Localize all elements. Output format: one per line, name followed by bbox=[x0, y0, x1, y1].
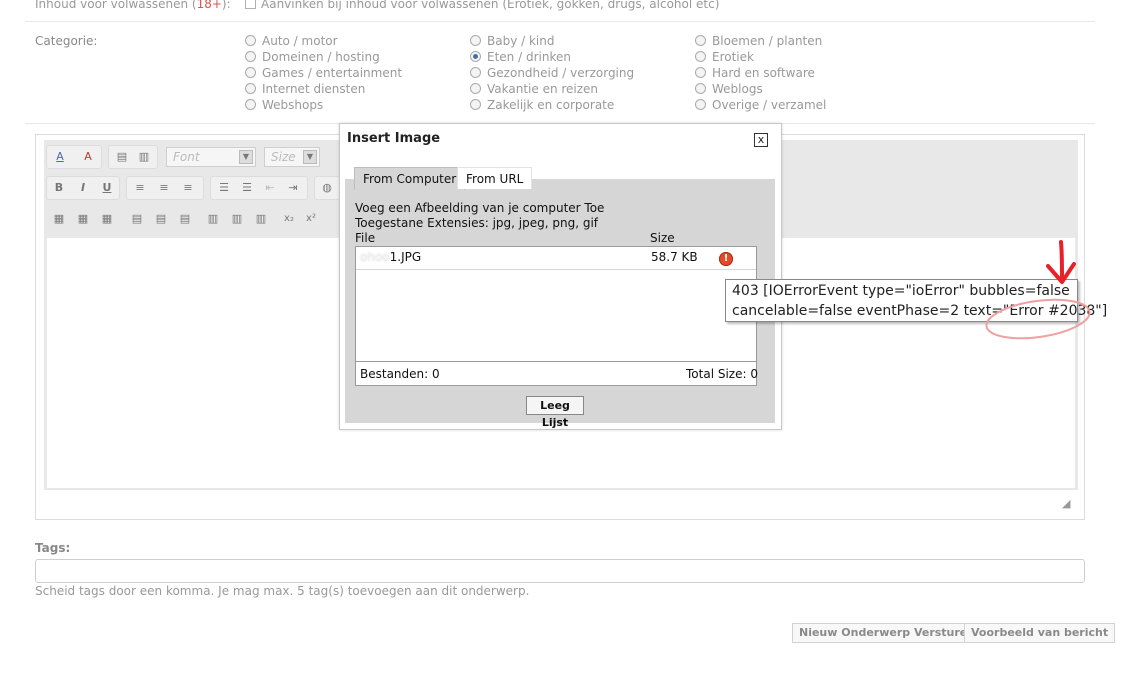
toolbar-group: ☰ ☰ ⇤ ⇥ bbox=[210, 176, 308, 200]
annotation-overlay bbox=[985, 240, 1091, 340]
paste-icon[interactable]: ▤ bbox=[113, 148, 131, 166]
italic-icon[interactable]: I bbox=[74, 179, 92, 197]
adult-content-checkbox[interactable]: Aanvinken bij inhoud voor volwassenen (E… bbox=[245, 0, 719, 11]
file-list-footer-divider bbox=[356, 361, 756, 362]
category-column-1: Auto / motor Domeinen / hosting Games / … bbox=[245, 33, 402, 113]
error-icon[interactable]: ! bbox=[719, 252, 733, 266]
column-header-size: Size bbox=[650, 231, 675, 245]
clear-format-icon[interactable]: A bbox=[79, 148, 97, 166]
category-option[interactable]: Games / entertainment bbox=[245, 65, 402, 81]
total-size: Total Size: 0 bbox=[686, 367, 758, 381]
close-icon[interactable]: x bbox=[754, 133, 768, 147]
files-count: Bestanden: 0 bbox=[360, 367, 440, 381]
category-option[interactable]: Overige / verzamel bbox=[695, 97, 826, 113]
adult-content-label: Inhoud voor volwassenen (18+): bbox=[35, 0, 231, 11]
clear-list-button[interactable]: Leeg Lijst bbox=[526, 396, 584, 429]
category-option[interactable]: Webshops bbox=[245, 97, 402, 113]
tags-label: Tags: bbox=[35, 541, 71, 555]
toolbar-group: ◍ bbox=[314, 176, 340, 200]
toolbar-group: ≡ ≡ ≡ bbox=[126, 176, 204, 200]
align-right-icon[interactable]: ≡ bbox=[179, 179, 197, 197]
resize-handle-icon[interactable]: ◢ bbox=[1062, 497, 1074, 510]
tab-from-computer[interactable]: From Computer bbox=[354, 167, 466, 190]
insert-row-icon[interactable]: ▤ bbox=[128, 210, 146, 228]
underline-icon[interactable]: U bbox=[98, 179, 116, 197]
delete-row-icon[interactable]: ▤ bbox=[176, 210, 194, 228]
table-props-icon[interactable]: ▦ bbox=[74, 210, 92, 228]
insert-col-after-icon[interactable]: ▥ bbox=[228, 210, 246, 228]
file-name-hidden: ohoo bbox=[360, 250, 390, 264]
superscript-icon[interactable]: x² bbox=[302, 210, 320, 228]
table-icon[interactable]: ▦ bbox=[50, 210, 68, 228]
indent-icon[interactable]: ⇥ bbox=[284, 179, 302, 197]
category-option[interactable]: Vakantie en reizen bbox=[470, 81, 634, 97]
divider bbox=[25, 21, 1095, 22]
chevron-down-icon: ▼ bbox=[303, 150, 317, 164]
chevron-down-icon: ▼ bbox=[239, 150, 253, 164]
dialog-intro: Voeg een Afbeelding van je computer Toe bbox=[355, 201, 605, 215]
annotation-circle-icon bbox=[985, 298, 1091, 340]
tags-hint: Scheid tags door een komma. Je mag max. … bbox=[35, 584, 530, 598]
size-select[interactable]: Size ▼ bbox=[264, 147, 320, 167]
category-option[interactable]: Hard en software bbox=[695, 65, 826, 81]
insert-col-icon[interactable]: ▥ bbox=[204, 210, 222, 228]
insert-row-after-icon[interactable]: ▤ bbox=[152, 210, 170, 228]
category-option[interactable]: Internet diensten bbox=[245, 81, 402, 97]
category-option[interactable]: Domeinen / hosting bbox=[245, 49, 402, 65]
toolbar-group: B I U bbox=[46, 176, 120, 200]
file-list bbox=[355, 246, 757, 386]
link-icon[interactable]: ◍ bbox=[318, 179, 336, 197]
paste-text-icon[interactable]: ▥ bbox=[135, 148, 153, 166]
align-left-icon[interactable]: ≡ bbox=[131, 179, 149, 197]
dialog-title: Insert Image bbox=[347, 131, 441, 146]
font-color-icon[interactable]: A bbox=[51, 148, 69, 166]
font-select[interactable]: Font ▼ bbox=[166, 147, 256, 167]
allowed-extensions: Toegestane Extensies: jpg, jpeg, png, gi… bbox=[355, 216, 599, 230]
category-label: Categorie: bbox=[35, 34, 98, 48]
category-option-selected[interactable]: Eten / drinken bbox=[470, 49, 634, 65]
category-option[interactable]: Zakelijk en corporate bbox=[470, 97, 634, 113]
category-column-2: Baby / kind Eten / drinken Gezondheid / … bbox=[470, 33, 634, 113]
column-header-file: File bbox=[355, 231, 376, 245]
category-option[interactable]: Weblogs bbox=[695, 81, 826, 97]
unordered-list-icon[interactable]: ☰ bbox=[238, 179, 256, 197]
subscript-icon[interactable]: x₂ bbox=[280, 210, 298, 228]
file-row-divider bbox=[356, 269, 756, 270]
tags-input[interactable] bbox=[35, 559, 1085, 583]
category-option[interactable]: Bloemen / planten bbox=[695, 33, 826, 49]
category-option[interactable]: Gezondheid / verzorging bbox=[470, 65, 634, 81]
ordered-list-icon[interactable]: ☰ bbox=[215, 179, 233, 197]
category-option[interactable]: Auto / motor bbox=[245, 33, 402, 49]
annotation-arrow-icon bbox=[1059, 240, 1064, 282]
outdent-icon[interactable]: ⇤ bbox=[261, 179, 279, 197]
bold-icon[interactable]: B bbox=[50, 179, 68, 197]
preview-button[interactable]: Voorbeeld van bericht bbox=[964, 623, 1116, 643]
adult-content-checkbox-label: Aanvinken bij inhoud voor volwassenen (E… bbox=[261, 0, 720, 11]
checkbox-box[interactable] bbox=[245, 0, 256, 9]
table-delete-icon[interactable]: ▦ bbox=[98, 210, 116, 228]
tab-from-url[interactable]: From URL bbox=[457, 167, 533, 189]
toolbar-group: A A bbox=[46, 145, 102, 169]
file-size: 58.7 KB bbox=[651, 250, 698, 264]
submit-topic-button[interactable]: Nieuw Onderwerp Versturen bbox=[792, 623, 983, 643]
delete-col-icon[interactable]: ▥ bbox=[252, 210, 270, 228]
category-option[interactable]: Baby / kind bbox=[470, 33, 634, 49]
category-option[interactable]: Erotiek bbox=[695, 49, 826, 65]
align-center-icon[interactable]: ≡ bbox=[155, 179, 173, 197]
file-name: ohoo1.JPG bbox=[360, 250, 422, 264]
category-column-3: Bloemen / planten Erotiek Hard en softwa… bbox=[695, 33, 826, 113]
toolbar-group: ▤ ▥ bbox=[108, 145, 158, 169]
